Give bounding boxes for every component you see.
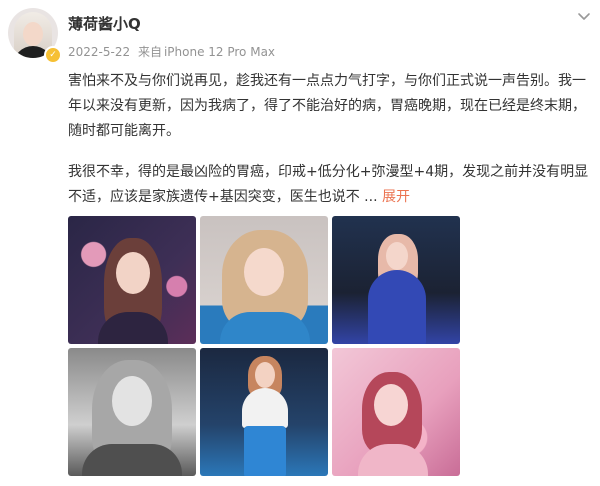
post-date[interactable]: 2022-5-22 xyxy=(68,45,130,59)
figure-body xyxy=(82,444,182,476)
figure-face xyxy=(112,376,152,426)
image-thumb-6[interactable] xyxy=(332,348,460,476)
expand-link[interactable]: 展开 xyxy=(382,189,410,205)
image-thumb-5[interactable] xyxy=(200,348,328,476)
avatar-face xyxy=(23,22,43,46)
image-thumb-1[interactable] xyxy=(68,216,196,344)
figure-legs xyxy=(244,426,286,476)
image-thumb-3[interactable] xyxy=(332,216,460,344)
figure-body xyxy=(220,312,310,344)
figure-face xyxy=(116,252,150,294)
chevron-down-icon[interactable] xyxy=(576,8,592,24)
figure-face xyxy=(374,384,408,426)
figure-face xyxy=(386,242,408,270)
post-paragraph-1: 害怕来不及与你们说再见，趁我还有一点点力气打字，与你们正式说一声告别。我一年以来… xyxy=(68,73,586,139)
figure-body xyxy=(242,388,288,428)
weibo-post: ✓ 薄荷酱小Q 2022-5-22 来自 iPhone 12 Pro Max 害怕… xyxy=(0,0,600,486)
source-prefix: 来自 xyxy=(137,45,162,59)
post-paragraph-2-text: 我很不幸，得的是最凶险的胃癌，印戒+低分化+弥漫型+4期，发现之前并没有明显不适… xyxy=(68,164,589,205)
figure-face xyxy=(255,362,275,388)
source-device[interactable]: iPhone 12 Pro Max xyxy=(164,45,275,59)
post-paragraph-2: 我很不幸，得的是最凶险的胃癌，印戒+低分化+弥漫型+4期，发现之前并没有明显不适… xyxy=(68,160,594,210)
figure-body xyxy=(368,270,426,344)
image-thumb-2[interactable] xyxy=(200,216,328,344)
verified-badge-icon: ✓ xyxy=(44,46,62,64)
post-meta: 2022-5-22 来自 iPhone 12 Pro Max xyxy=(68,43,279,60)
ellipsis: ... xyxy=(359,189,378,205)
image-thumb-4[interactable] xyxy=(68,348,196,476)
figure-face xyxy=(244,248,284,296)
author-name[interactable]: 薄荷酱小Q xyxy=(68,13,141,34)
image-grid xyxy=(68,216,461,478)
